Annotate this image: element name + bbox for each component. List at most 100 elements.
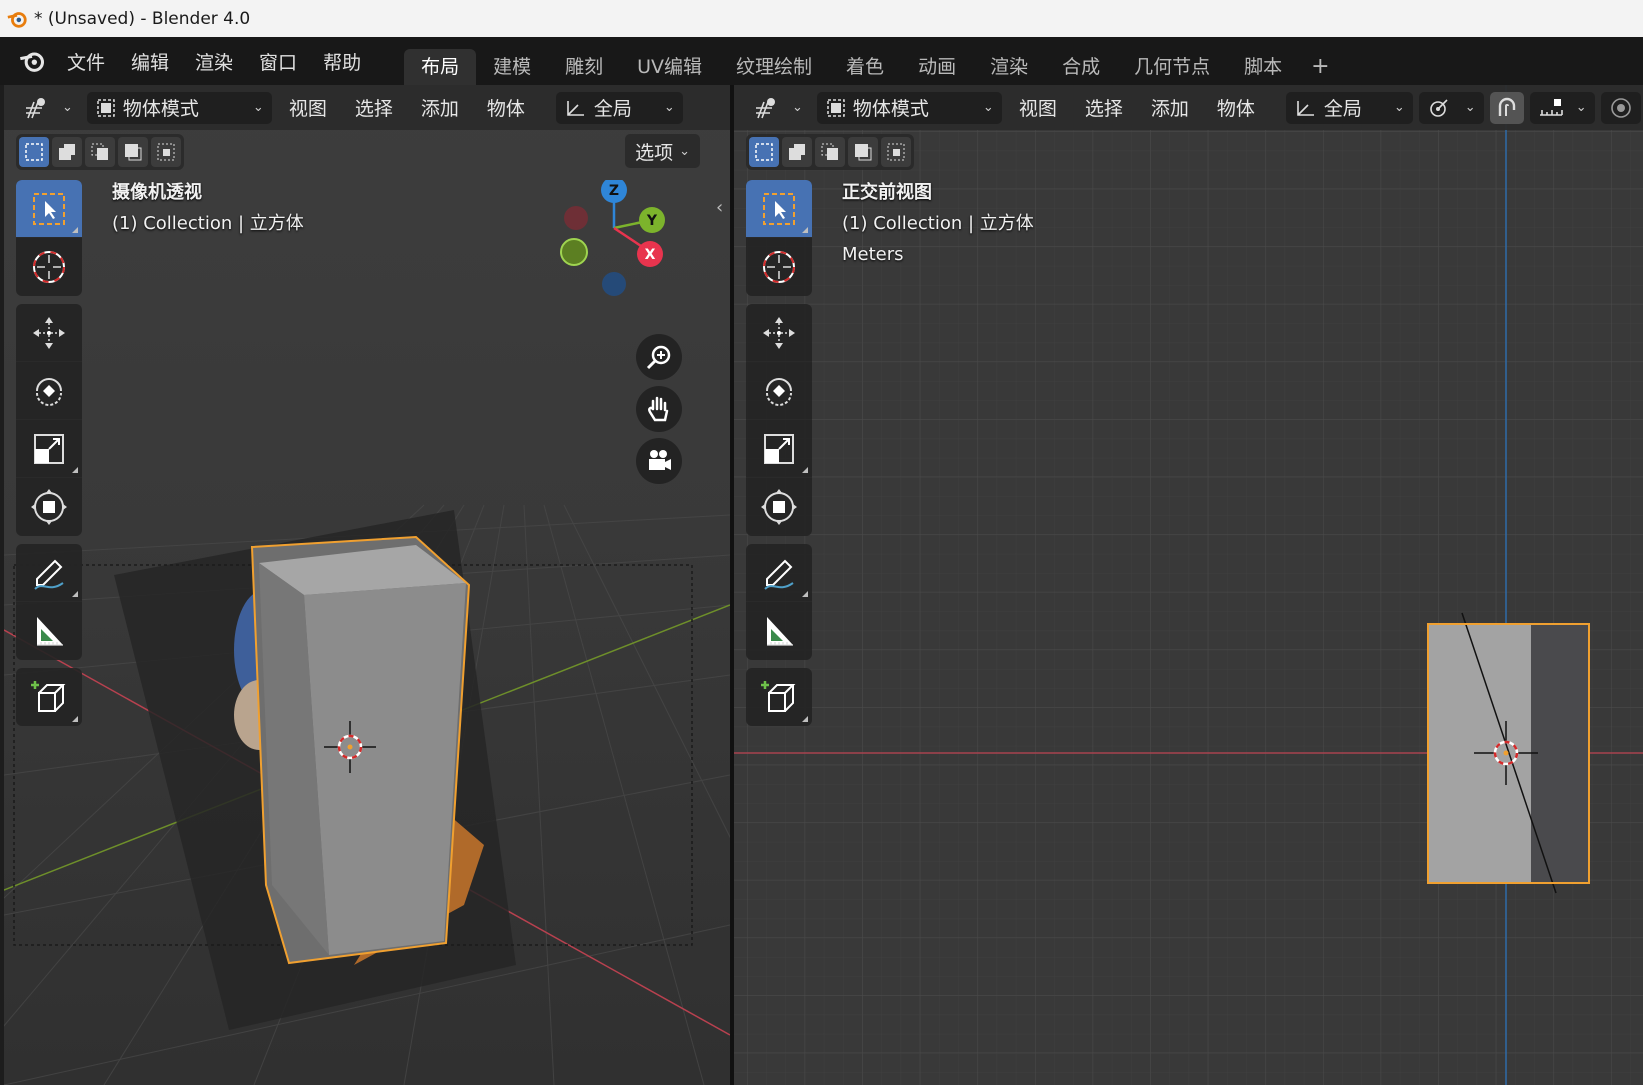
rotate-tool[interactable] — [746, 362, 812, 420]
mode-dropdown[interactable]: 物体模式 ⌄ — [816, 91, 1002, 124]
tab-scripting[interactable]: 脚本 — [1227, 49, 1299, 85]
menu-add[interactable]: 添加 — [410, 92, 470, 124]
editor-type-icon — [756, 97, 775, 118]
transform-orientation-dropdown[interactable]: 全局 ⌄ — [1285, 91, 1413, 124]
camera-icon — [649, 450, 671, 470]
selection-mode-buttons — [16, 134, 184, 170]
menu-help[interactable]: 帮助 — [310, 48, 374, 75]
collection-info: (1) Collection | 立方体 — [112, 213, 304, 234]
cursor-tool[interactable] — [16, 238, 82, 296]
magnet-icon — [1498, 97, 1515, 116]
gizmo-x-label: X — [645, 247, 656, 263]
cursor-tool[interactable] — [746, 238, 812, 296]
select-subtract-icon[interactable] — [85, 137, 115, 167]
camera-view-button[interactable] — [636, 438, 682, 484]
orientation-icon — [567, 100, 584, 116]
measure-tool[interactable] — [16, 602, 82, 660]
transform-tool[interactable] — [746, 478, 812, 536]
menu-view[interactable]: 视图 — [1008, 92, 1068, 124]
menu-edit[interactable]: 编辑 — [118, 48, 182, 75]
select-box-tool[interactable] — [16, 180, 82, 238]
select-intersect-icon[interactable] — [881, 137, 911, 167]
left-toolbar — [16, 180, 82, 734]
zoom-button[interactable] — [636, 334, 682, 380]
select-difference-icon[interactable] — [848, 137, 878, 167]
transform-tool[interactable] — [16, 478, 82, 536]
mode-dropdown[interactable]: 物体模式 ⌄ — [86, 91, 272, 124]
menu-file[interactable]: 文件 — [54, 48, 118, 75]
options-label: 选项 — [635, 141, 674, 164]
select-new-icon[interactable] — [749, 137, 779, 167]
right-3d-viewport[interactable]: ⌄ 物体模式 ⌄ 视图 选择 添加 物体 全局 ⌄ ⌄ ⌄ 正交前视图 (1) … — [734, 85, 1643, 1085]
add-cube-tool[interactable] — [746, 668, 812, 726]
editor-type-button[interactable]: ⌄ — [16, 92, 81, 124]
menu-select[interactable]: 选择 — [344, 92, 404, 124]
tab-animation[interactable]: 动画 — [901, 49, 973, 85]
menu-window[interactable]: 窗口 — [246, 48, 310, 75]
chevron-down-icon: ⌄ — [1393, 100, 1405, 115]
gizmo-y-label: Y — [646, 213, 658, 229]
move-tool[interactable] — [16, 304, 82, 362]
measure-icon — [37, 617, 63, 646]
add-workspace-button[interactable]: + — [1299, 49, 1341, 85]
select-intersect-icon[interactable] — [151, 137, 181, 167]
pivot-point-dropdown[interactable]: ⌄ — [1418, 91, 1484, 124]
tab-modeling[interactable]: 建模 — [476, 49, 548, 85]
select-extend-icon[interactable] — [782, 137, 812, 167]
cursor-icon — [763, 251, 795, 283]
left-3d-viewport[interactable]: ⌄ 物体模式 ⌄ 视图 选择 添加 物体 全局 ⌄ 选项 ⌄ 摄像机透视 (1)… — [4, 85, 730, 1085]
scale-icon — [764, 433, 794, 464]
tab-compositing[interactable]: 合成 — [1045, 49, 1117, 85]
tab-shading[interactable]: 着色 — [829, 49, 901, 85]
menu-add[interactable]: 添加 — [1140, 92, 1200, 124]
menu-select[interactable]: 选择 — [1074, 92, 1134, 124]
select-box-icon — [763, 192, 795, 225]
view-name: 摄像机透视 — [112, 182, 202, 203]
transform-orientation-dropdown[interactable]: 全局 ⌄ — [555, 91, 683, 124]
measure-tool[interactable] — [746, 602, 812, 660]
chevron-down-icon: ⌄ — [252, 100, 264, 115]
select-extend-icon[interactable] — [52, 137, 82, 167]
chevron-down-icon: ⌄ — [62, 100, 73, 115]
annotate-tool[interactable] — [16, 544, 82, 602]
tab-geometry-nodes[interactable]: 几何节点 — [1117, 49, 1227, 85]
menu-view[interactable]: 视图 — [278, 92, 338, 124]
blender-menu-icon[interactable] — [16, 45, 48, 77]
tab-uv-editing[interactable]: UV编辑 — [620, 49, 719, 85]
object-mode-icon — [97, 98, 115, 117]
menu-object[interactable]: 物体 — [476, 92, 536, 124]
pivot-icon — [1429, 98, 1448, 117]
tab-sculpting[interactable]: 雕刻 — [548, 49, 620, 85]
menu-render[interactable]: 渲染 — [182, 48, 246, 75]
select-box-icon — [33, 192, 65, 225]
tab-texture-paint[interactable]: 纹理绘制 — [719, 49, 829, 85]
select-subtract-icon[interactable] — [815, 137, 845, 167]
snap-toggle[interactable] — [1489, 91, 1524, 124]
tab-rendering[interactable]: 渲染 — [973, 49, 1045, 85]
editor-type-button[interactable]: ⌄ — [746, 92, 811, 124]
options-dropdown[interactable]: 选项 ⌄ — [625, 134, 700, 168]
orientation-label: 全局 — [593, 98, 632, 120]
right-toolbar — [746, 180, 812, 734]
snap-target-dropdown[interactable]: ⌄ — [1529, 91, 1595, 124]
rotate-tool[interactable] — [16, 362, 82, 420]
pan-button[interactable] — [636, 386, 682, 432]
select-box-tool[interactable] — [746, 180, 812, 238]
select-new-icon[interactable] — [19, 137, 49, 167]
move-tool[interactable] — [746, 304, 812, 362]
scale-tool[interactable] — [16, 420, 82, 478]
window-titlebar: * (Unsaved) - Blender 4.0 — [0, 0, 1643, 37]
menu-object[interactable]: 物体 — [1206, 92, 1266, 124]
scale-icon — [34, 433, 64, 464]
scale-tool[interactable] — [746, 420, 812, 478]
navigation-gizmo[interactable]: Z Y X — [554, 180, 684, 320]
proportional-edit-toggle[interactable] — [1600, 91, 1641, 124]
annotate-icon — [764, 559, 794, 590]
sidebar-toggle-icon[interactable]: ‹ — [716, 197, 730, 227]
zoom-icon — [646, 345, 671, 370]
add-cube-tool[interactable] — [16, 668, 82, 726]
select-difference-icon[interactable] — [118, 137, 148, 167]
tab-layout[interactable]: 布局 — [404, 49, 477, 85]
annotate-tool[interactable] — [746, 544, 812, 602]
move-icon — [763, 316, 795, 349]
